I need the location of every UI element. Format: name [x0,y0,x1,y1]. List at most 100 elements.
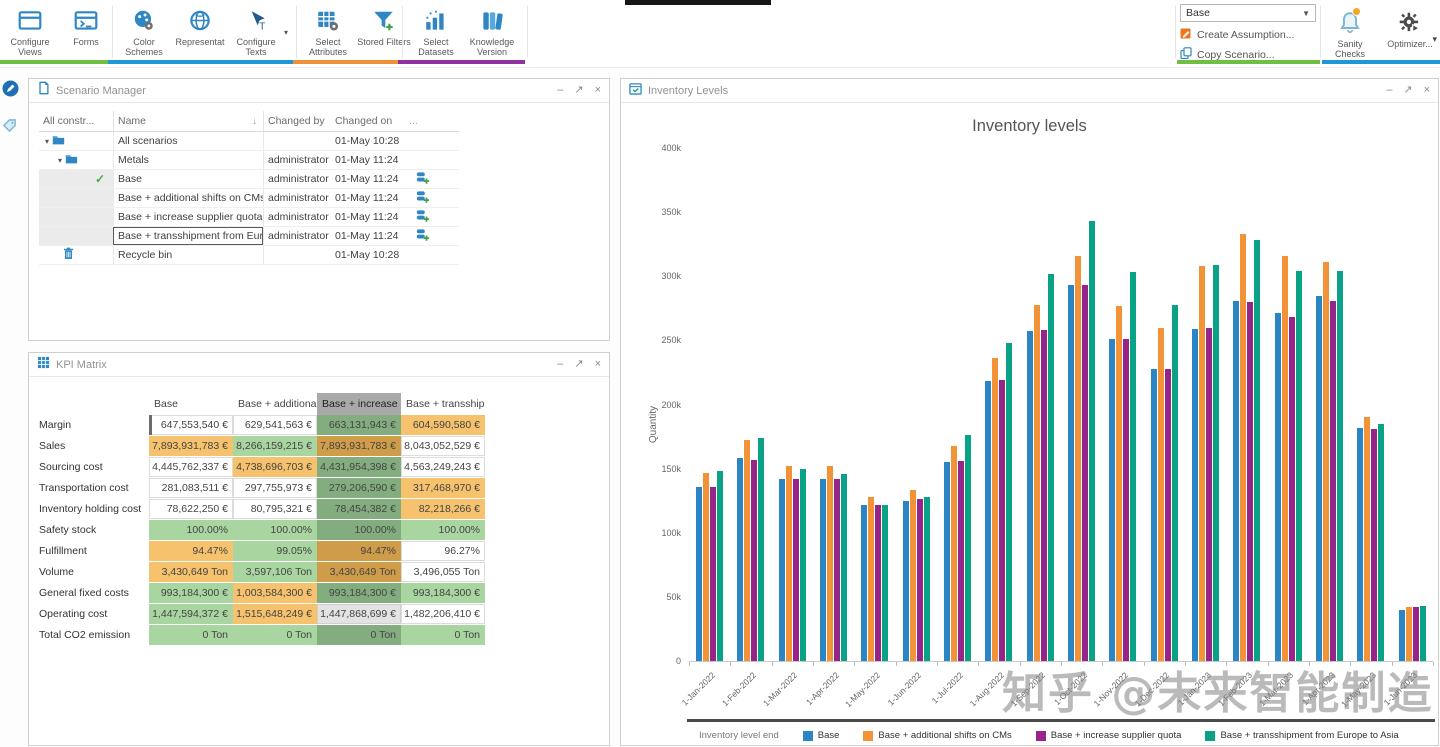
legend-item[interactable]: Base + additional shifts on CMs [863,730,1011,741]
kpi-value-cell[interactable]: 993,184,300 € [317,583,401,603]
configure-texts-button[interactable]: T Configure Texts ▾ [228,0,284,60]
bar[interactable] [1371,429,1377,661]
optimizer-button[interactable]: Optimizer... [1384,2,1436,60]
kpi-value-cell[interactable]: 604,590,580 € [401,415,485,435]
kpi-column-header[interactable]: Base + increase ... [317,393,401,415]
kpi-value-cell[interactable]: 663,131,943 € [317,415,401,435]
kpi-value-cell[interactable]: 297,755,973 € [233,478,317,498]
legend-item[interactable]: Base + increase supplier quota [1036,730,1182,741]
sanity-checks-button[interactable]: Sanity Checks [1326,2,1374,60]
bar[interactable] [1364,417,1370,661]
configure-views-button[interactable]: Configure Views [2,0,58,60]
kpi-column-header[interactable]: Base [149,393,233,415]
bar[interactable] [1378,424,1384,661]
forms-button[interactable]: Forms [58,0,114,60]
minimize-button[interactable]: – [557,359,563,370]
knowledge-version-button[interactable]: Knowledge Version [464,0,520,60]
bar[interactable] [985,381,991,661]
kpi-value-cell[interactable]: 82,218,266 € [401,499,485,519]
bar[interactable] [1199,266,1205,661]
bar[interactable] [917,499,923,661]
minimize-button[interactable]: – [557,85,563,96]
kpi-value-cell[interactable]: 100.00% [149,520,233,540]
kpi-value-cell[interactable]: 96.27% [401,541,485,561]
bar[interactable] [820,479,826,661]
bar[interactable] [793,479,799,661]
minimize-button[interactable]: – [1386,85,1392,96]
scenario-name-cell[interactable]: Base + transshipment from Euro... [113,227,263,245]
bar[interactable] [1254,240,1260,661]
table-row[interactable]: Base + increase supplier quotaadministra… [39,208,459,227]
bar[interactable] [1213,265,1219,661]
edit-pen-circle-icon[interactable] [2,80,24,102]
bar[interactable] [1089,221,1095,661]
close-button[interactable]: × [595,85,601,96]
bar[interactable] [744,440,750,661]
bar[interactable] [1316,296,1322,662]
dataset-add-icon[interactable] [416,209,430,226]
kpi-value-cell[interactable]: 99.05% [233,541,317,561]
scenario-name-cell[interactable]: Base + increase supplier quota [113,208,263,226]
bar[interactable] [758,438,764,661]
bar[interactable] [841,474,847,661]
bar[interactable] [1123,339,1129,661]
kpi-value-cell[interactable]: 647,553,540 € [149,415,233,435]
bar[interactable] [1406,607,1412,661]
bar[interactable] [751,460,757,661]
bar[interactable] [1337,271,1343,661]
bar[interactable] [1296,271,1302,661]
bar[interactable] [951,446,957,662]
bar[interactable] [1240,234,1246,661]
bar[interactable] [1206,328,1212,661]
bar[interactable] [1247,302,1253,661]
kpi-value-cell[interactable]: 8,043,052,529 € [401,436,485,456]
scenario-name-cell[interactable]: Base [113,170,263,188]
kpi-value-cell[interactable]: 80,795,321 € [233,499,317,519]
kpi-value-cell[interactable]: 4,563,249,243 € [401,457,485,477]
dataset-add-icon[interactable] [416,228,430,245]
bar[interactable] [1130,272,1136,661]
bar[interactable] [965,435,971,661]
kpi-value-cell[interactable]: 0 Ton [401,625,485,645]
kpi-value-cell[interactable]: 100.00% [233,520,317,540]
bar[interactable] [1082,285,1088,661]
table-row[interactable]: ✓Baseadministrator01-May 11:24 [39,170,459,189]
bar[interactable] [1109,339,1115,661]
select-attributes-button[interactable]: Select Attributes [300,0,356,60]
kpi-value-cell[interactable]: 0 Ton [149,625,233,645]
bar[interactable] [1357,428,1363,661]
chart-range-scrollbar[interactable] [687,719,1435,722]
bar[interactable] [1323,262,1329,661]
tag-icon[interactable] [2,118,24,138]
bar[interactable] [861,505,867,662]
column-header-name[interactable]: Name↓ [113,111,263,131]
bar[interactable] [992,358,998,661]
kpi-value-cell[interactable]: 279,206,590 € [317,478,401,498]
kpi-value-cell[interactable]: 1,515,648,249 € [233,604,317,624]
bar[interactable] [999,380,1005,661]
bar[interactable] [1172,305,1178,662]
kpi-value-cell[interactable]: 629,541,563 € [233,415,317,435]
kpi-value-cell[interactable]: 100.00% [401,520,485,540]
expand-caret-icon[interactable]: ▾ [45,137,49,146]
scenario-name-cell[interactable]: Base + additional shifts on CMs [113,189,263,207]
bar[interactable] [1275,313,1281,661]
close-button[interactable]: × [595,359,601,370]
bar[interactable] [1420,606,1426,661]
kpi-value-cell[interactable]: 94.47% [317,541,401,561]
bar[interactable] [1413,607,1419,661]
bar[interactable] [1075,256,1081,661]
bar[interactable] [882,505,888,662]
column-header-changed-on[interactable]: Changed on [331,111,405,131]
bar[interactable] [703,473,709,662]
bar[interactable] [1233,301,1239,661]
representative-button[interactable]: Representat [172,0,228,60]
bar[interactable] [1165,369,1171,661]
table-row[interactable]: ▾Metalsadministrator01-May 11:24 [39,151,459,170]
kpi-value-cell[interactable]: 7,893,931,783 € [149,436,233,456]
bar[interactable] [737,458,743,661]
bar[interactable] [1192,329,1198,661]
bar[interactable] [786,466,792,661]
table-row[interactable]: Base + additional shifts on CMsadministr… [39,189,459,208]
kpi-value-cell[interactable]: 4,431,954,398 € [317,457,401,477]
